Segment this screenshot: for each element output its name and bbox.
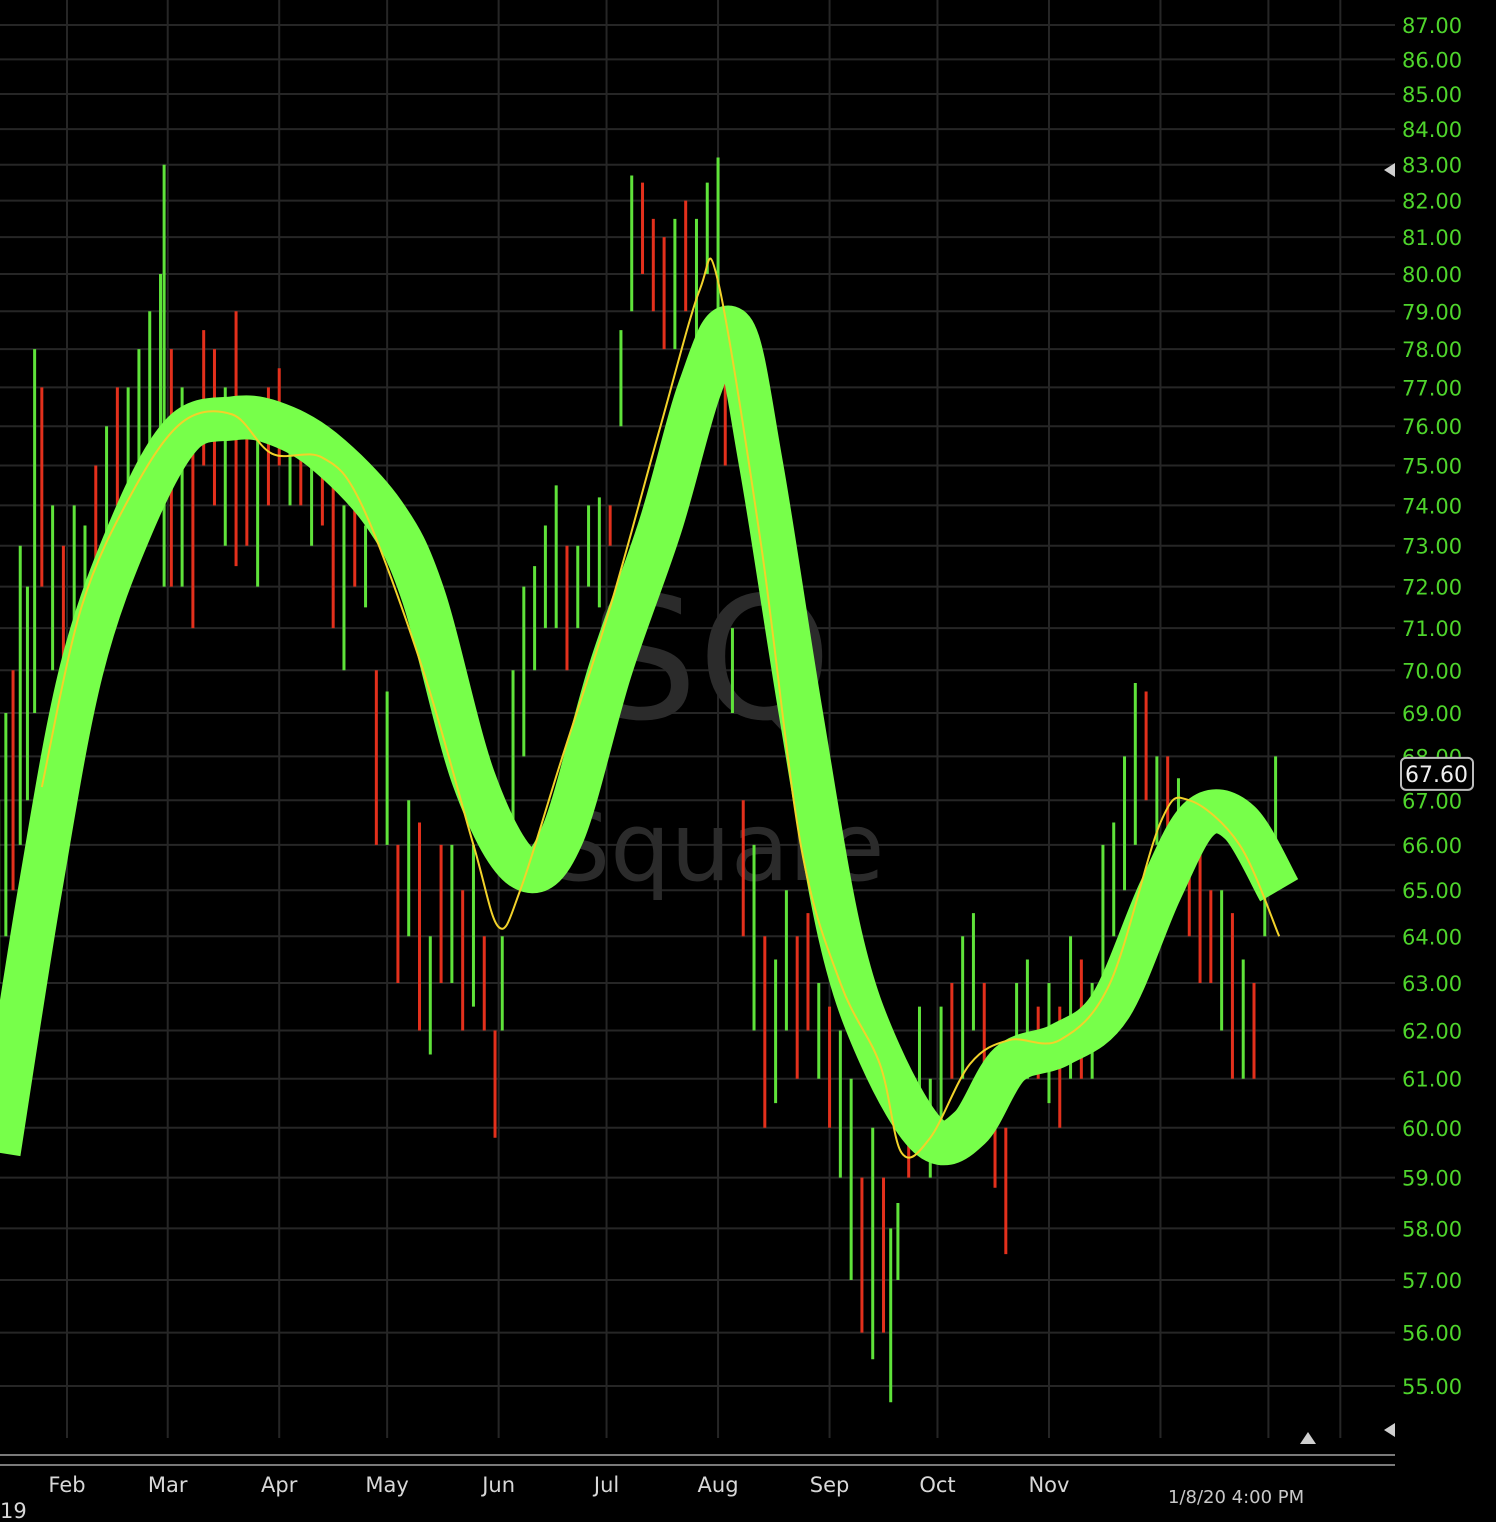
scroll-left-icon[interactable]: [1384, 1423, 1395, 1437]
y-tick-label: 87.00: [1402, 14, 1462, 38]
y-tick-label: 75.00: [1402, 455, 1462, 479]
y-tick-label: 61.00: [1402, 1068, 1462, 1092]
y-tick-label: 71.00: [1402, 617, 1462, 641]
y-axis: 87.00 86.00 85.00 84.00 83.00 82.00 81.00 80.00…: [1402, 14, 1462, 1399]
y-tick-label: 63.00: [1402, 972, 1462, 996]
year-label: 19: [0, 1499, 27, 1522]
x-tick-label: Apr: [261, 1473, 298, 1497]
y-tick-label: 62.00: [1402, 1019, 1462, 1043]
y-tick-label: 57.00: [1402, 1269, 1462, 1293]
y-tick-label: 69.00: [1402, 702, 1462, 726]
y-tick-label: 67.00: [1402, 789, 1462, 813]
x-tick-label: Oct: [919, 1473, 955, 1497]
x-tick-label: May: [365, 1473, 408, 1497]
price-chart: SQ Square 87.0086.0085.0084.0083.0082.00…: [0, 0, 1474, 1522]
y-tick-label: 65.00: [1402, 879, 1462, 903]
y-tick-label: 74.00: [1402, 494, 1462, 518]
y-tick-label: 83.00: [1402, 154, 1462, 178]
y-tick-label: 56.00: [1402, 1322, 1462, 1346]
y-tick-label: 76.00: [1402, 415, 1462, 439]
x-tick-label: Feb: [48, 1473, 85, 1497]
y-tick-label: 66.00: [1402, 834, 1462, 858]
last-price-badge: 67.60: [1400, 756, 1474, 791]
x-tick-label: Sep: [810, 1473, 850, 1497]
y-tick-label: 55.00: [1402, 1375, 1462, 1399]
y-tick-label: 77.00: [1402, 376, 1462, 400]
scroll-up-icon[interactable]: [1300, 1432, 1316, 1444]
last-price-label: 67.60: [1405, 763, 1468, 788]
y-tick-label: 81.00: [1402, 226, 1462, 250]
y-tick-label: 60.00: [1402, 1117, 1462, 1141]
y-tick-label: 72.00: [1402, 576, 1462, 600]
y-tick-label: 73.00: [1402, 535, 1462, 559]
price-bars: [0, 157, 1278, 1403]
x-tick-label: Aug: [698, 1473, 739, 1497]
y-tick-label: 82.00: [1402, 190, 1462, 214]
y-tick-label: 59.00: [1402, 1167, 1462, 1191]
y-tick-label: 84.00: [1402, 118, 1462, 142]
y-tick-label: 64.00: [1402, 925, 1462, 949]
y-tick-label: 79.00: [1402, 300, 1462, 324]
y-tick-label: 80.00: [1402, 263, 1462, 287]
y-tick-label: 78.00: [1402, 338, 1462, 362]
x-tick-label: Jul: [592, 1473, 619, 1497]
y-tick-label: 85.00: [1402, 83, 1462, 107]
x-tick-label: Mar: [148, 1473, 188, 1497]
timestamp: 1/8/20 4:00 PM: [1168, 1487, 1304, 1508]
x-tick-label: Jun: [480, 1473, 515, 1497]
y-tick-label: 70.00: [1402, 659, 1462, 683]
y-tick-label: 58.00: [1402, 1217, 1462, 1241]
x-axis: Feb Mar Apr May Jun Jul Aug Sep Oct Nov: [48, 1473, 1069, 1497]
x-tick-label: Nov: [1028, 1473, 1069, 1497]
y-tick-label: 86.00: [1402, 48, 1462, 72]
